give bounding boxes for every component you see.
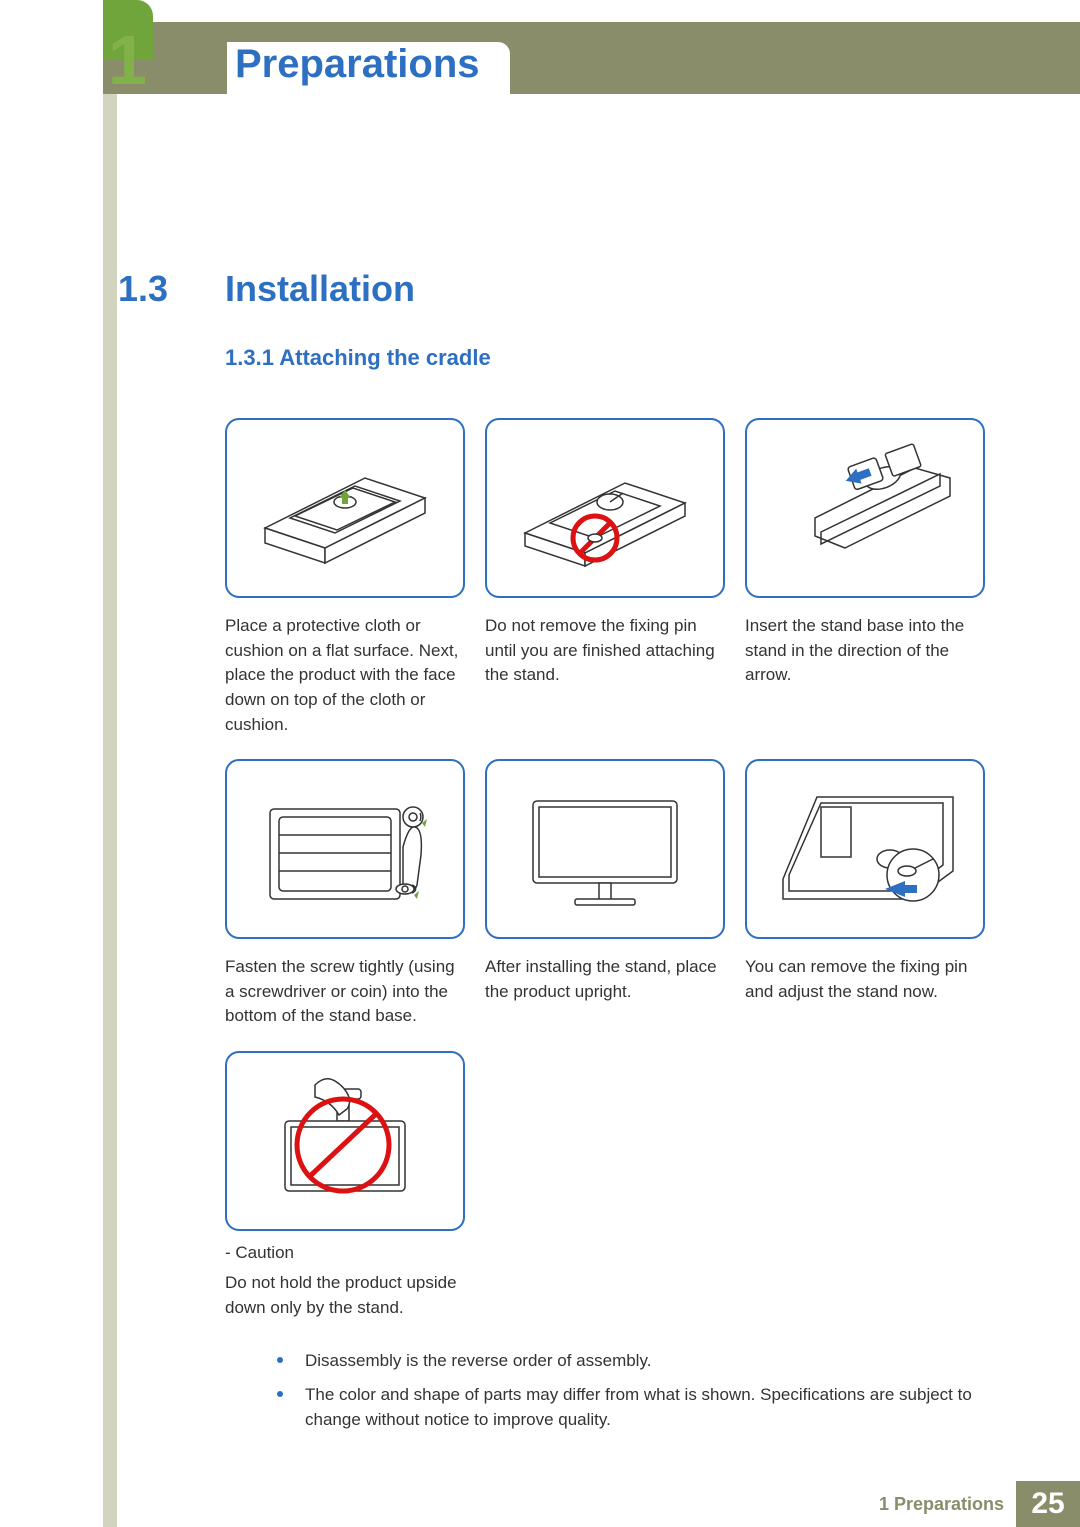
step-2-diagram xyxy=(485,418,725,598)
chapter-number: 1 xyxy=(108,20,147,100)
footer-page-number: 25 xyxy=(1016,1481,1080,1527)
section-title: Installation xyxy=(225,268,415,310)
caution-text: Do not hold the product upside down only… xyxy=(225,1271,485,1320)
notes-list: Disassembly is the reverse order of asse… xyxy=(225,1348,985,1433)
step-2-caption: Do not remove the fixing pin until you a… xyxy=(485,614,725,737)
note-item: Disassembly is the reverse order of asse… xyxy=(269,1348,985,1374)
note-item: The color and shape of parts may differ … xyxy=(269,1382,985,1433)
step-6-caption: You can remove the fixing pin and adjust… xyxy=(745,955,985,1029)
step-1-diagram xyxy=(225,418,465,598)
step-5-diagram xyxy=(485,759,725,939)
content-area: Place a protective cloth or cushion on a… xyxy=(225,418,985,1441)
step-3-diagram xyxy=(745,418,985,598)
step-5-caption: After installing the stand, place the pr… xyxy=(485,955,725,1029)
caution-diagram xyxy=(225,1051,465,1231)
step-4-caption: Fasten the screw tightly (using a screwd… xyxy=(225,955,465,1029)
step-1-caption: Place a protective cloth or cushion on a… xyxy=(225,614,465,737)
chapter-title: Preparations xyxy=(227,42,510,95)
step-4-diagram xyxy=(225,759,465,939)
step-3-caption: Insert the stand base into the stand in … xyxy=(745,614,985,737)
caution-label: - Caution xyxy=(225,1243,985,1263)
footer-chapter-label: 1 Preparations xyxy=(879,1494,1004,1515)
subsection-heading: 1.3.1 Attaching the cradle xyxy=(225,345,491,371)
page-footer: 1 Preparations 25 xyxy=(117,1481,1080,1527)
left-margin-stripe xyxy=(103,94,117,1527)
step-6-diagram xyxy=(745,759,985,939)
section-number: 1.3 xyxy=(118,268,168,310)
